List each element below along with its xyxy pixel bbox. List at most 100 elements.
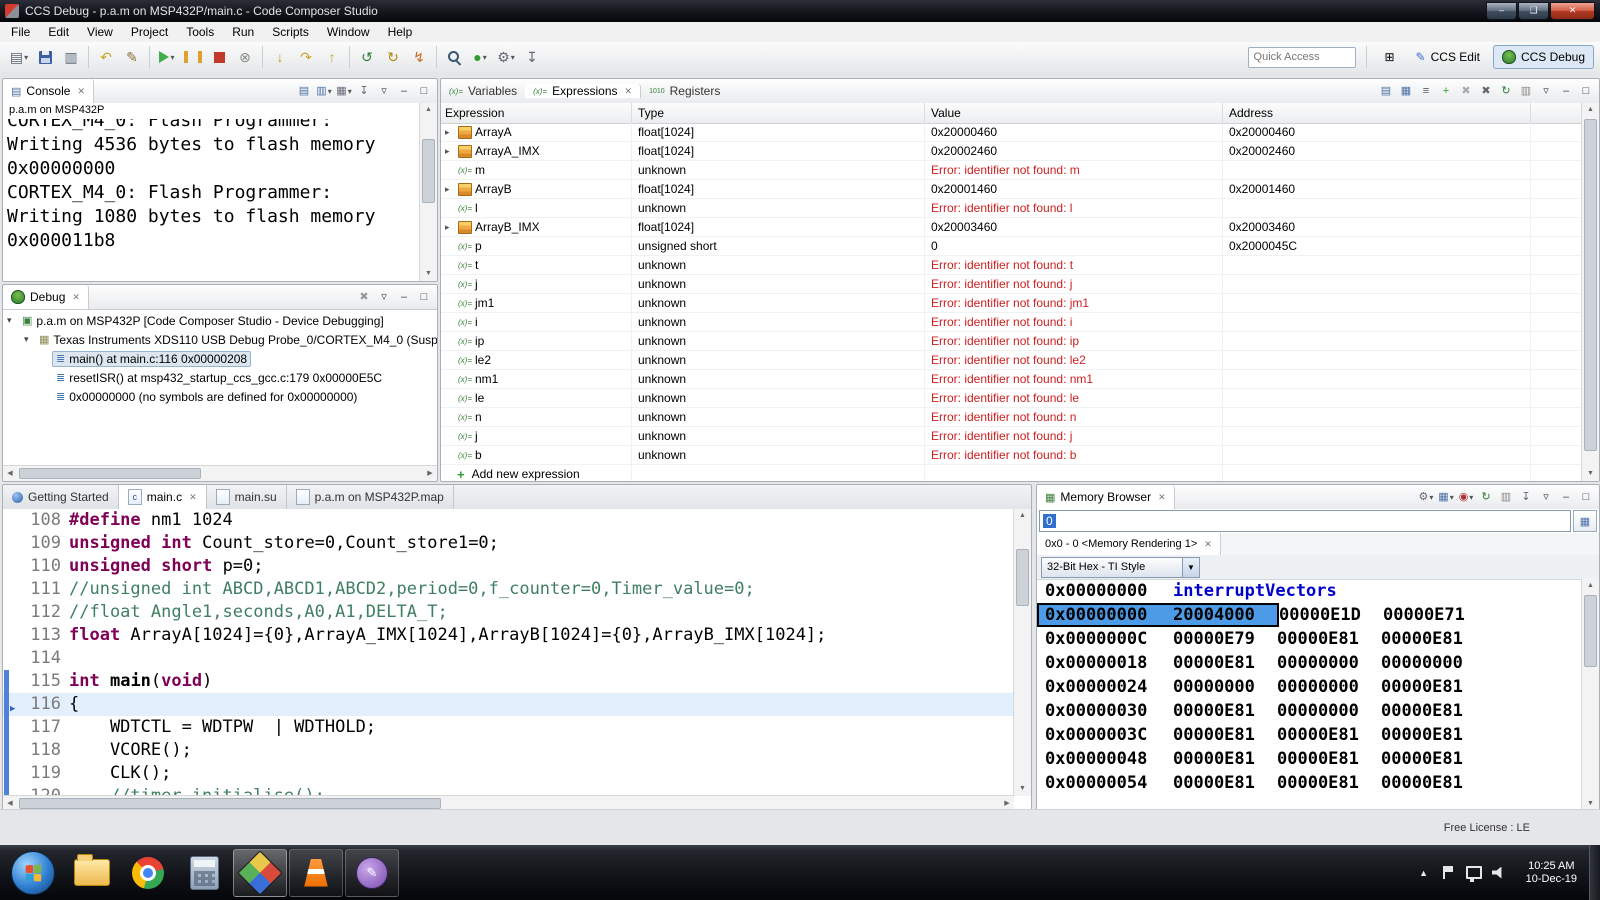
chevron-down-icon[interactable]: ▼ [1182,558,1199,577]
add-expression-icon[interactable]: + [1437,82,1455,100]
collapse-all-icon[interactable]: ≡ [1417,82,1435,100]
flash-icon[interactable]: ↯ [406,45,432,69]
column-header-type[interactable]: Type [632,103,925,123]
view-menu-icon[interactable]: ▿ [1537,488,1555,506]
minimize-icon[interactable]: – [1557,82,1575,100]
memory-target-icon[interactable]: ◉▾ [1457,488,1475,506]
memory-value[interactable]: 00000E81 [1173,773,1277,793]
debug-tree-row[interactable]: ▾▣p.a.m on MSP432P [Code Composer Studio… [3,311,437,330]
terminate-icon[interactable] [206,45,232,69]
pin-icon[interactable]: ↧ [1517,488,1535,506]
memory-value[interactable]: 00000000 [1381,653,1485,673]
menu-project[interactable]: Project [122,22,177,42]
remove-terminated-icon[interactable]: ✖ [355,288,373,306]
memory-monitor-icon[interactable]: ▦▾ [1437,488,1455,506]
menu-tools[interactable]: Tools [177,22,223,42]
memory-address[interactable]: 0x00000024 [1037,677,1173,697]
code-line[interactable]: 109unsigned int Count_store=0,Count_stor… [3,532,1014,555]
code-line[interactable]: 111//unsigned int ABCD,ABCD1,ABCD2,perio… [3,578,1014,601]
copy-console-icon[interactable]: ▤ [295,82,313,100]
memory-value[interactable]: 20004000 [1173,605,1277,625]
open-console-icon[interactable]: ▥▾ [315,82,333,100]
file-explorer-icon[interactable] [65,849,119,897]
scroll-thumb[interactable] [1584,119,1597,451]
memory-value[interactable]: 00000E81 [1381,677,1485,697]
scroll-thumb[interactable] [19,468,201,479]
expression-row[interactable]: (x)=punsigned short00x2000045C [441,237,1582,256]
expression-row[interactable]: (x)=iunknownError: identifier not found:… [441,313,1582,332]
column-header-value[interactable]: Value [925,103,1223,123]
close-rendering-tab-icon[interactable]: ✕ [1204,539,1212,550]
volume-icon[interactable] [1491,865,1507,881]
code-line[interactable]: ▶116{ [3,693,1014,716]
network-icon[interactable] [1466,865,1482,881]
memory-address[interactable]: 0x0000000C [1037,629,1173,649]
memory-value[interactable]: 00000E81 [1381,749,1485,769]
memory-value[interactable]: 00000000 [1277,701,1381,721]
step-over-icon[interactable]: ↷ [293,45,319,69]
scroll-thumb[interactable] [1584,595,1597,667]
pin-console-icon[interactable]: ↧ [355,82,373,100]
menu-edit[interactable]: Edit [39,22,78,42]
editor-tab-getting-started[interactable]: Getting Started [3,485,119,509]
memory-value[interactable]: 00000E81 [1173,701,1277,721]
memory-value[interactable]: 00000E81 [1173,749,1277,769]
run-menu-icon[interactable]: ●▾ [467,45,493,69]
add-new-expression-row[interactable]: +Add new expression [441,465,1582,481]
tab-debug[interactable]: Debug ✕ [3,285,89,309]
close-console-tab-icon[interactable]: ✕ [77,86,85,97]
memory-go-button[interactable]: ▦ [1573,510,1597,532]
editor-scrollbar[interactable]: ▲ ▼ [1013,509,1031,796]
close-tab-icon[interactable]: ✕ [189,492,197,503]
show-logical-structure-icon[interactable]: ▦ [1397,82,1415,100]
memory-value[interactable]: 00000000 [1277,677,1381,697]
code-line[interactable]: 110unsigned short p=0; [3,555,1014,578]
menu-window[interactable]: Window [318,22,379,42]
debug-tree-row[interactable]: ≣0x00000000 (no symbols are defined for … [3,387,437,406]
menu-file[interactable]: File [2,22,39,42]
memory-value[interactable]: 00000E81 [1381,629,1485,649]
expression-row[interactable]: (x)=tunknownError: identifier not found:… [441,256,1582,275]
scroll-right-icon[interactable]: ▶ [423,466,437,481]
memory-address[interactable]: 0x00000054 [1037,773,1173,793]
menu-scripts[interactable]: Scripts [263,22,318,42]
scroll-thumb[interactable] [1016,549,1029,606]
editor-tab-p-a-m-on-msp432p-map[interactable]: p.a.m on MSP432P.map [287,485,454,509]
expression-row[interactable]: (x)=le2unknownError: identifier not foun… [441,351,1582,370]
menu-view[interactable]: View [78,22,122,42]
refresh-icon[interactable]: ↻ [380,45,406,69]
code-line[interactable]: 113float ArrayA[1024]={0},ArrayA_IMX[102… [3,624,1014,647]
memory-value[interactable]: 00000E81 [1173,725,1277,745]
export-icon[interactable]: ▥ [1517,82,1535,100]
column-header-expression[interactable]: Expression [441,103,632,123]
undo-icon[interactable]: ↶ [93,45,119,69]
taskbar-clock[interactable]: 10:25 AM10-Dec-19 [1516,860,1587,886]
graphics-app-icon[interactable]: ✎ [345,849,399,897]
expression-row[interactable]: (x)=jm1unknownError: identifier not foun… [441,294,1582,313]
memory-value[interactable]: 00000E81 [1277,629,1381,649]
tab-console[interactable]: ▤ Console ✕ [3,79,94,103]
memory-address[interactable]: 0x00000030 [1037,701,1173,721]
memory-format-select[interactable]: 32-Bit Hex - TI Style ▼ [1041,557,1200,578]
expression-row[interactable]: (x)=leunknownError: identifier not found… [441,389,1582,408]
maximize-icon[interactable]: □ [415,82,433,100]
display-console-icon[interactable]: ▦▾ [335,82,353,100]
minimize-icon[interactable]: – [395,288,413,306]
memory-value[interactable]: 00000E1D [1279,605,1383,625]
perspective-ccs-debug[interactable]: CCS Debug [1493,45,1594,69]
scroll-up-icon[interactable]: ▲ [1014,509,1031,523]
show-desktop-button[interactable] [1589,845,1600,900]
edit-source-icon[interactable]: ✎ [119,45,145,69]
memory-scrollbar[interactable]: ▲ ▼ [1581,579,1599,811]
perspective-ccs-edit[interactable]: ✎CCS Edit [1407,45,1489,69]
refresh-icon[interactable]: ↻ [1477,488,1495,506]
view-menu-icon[interactable]: ▿ [375,288,393,306]
memory-value[interactable]: 00000E81 [1381,773,1485,793]
expression-row[interactable]: (x)=bunknownError: identifier not found:… [441,446,1582,465]
new-file-icon[interactable]: ▤▾ [6,45,32,69]
quick-access-input[interactable] [1248,47,1356,68]
memory-settings-icon[interactable]: ⚙▾ [1417,488,1435,506]
tree-expand-icon[interactable]: ▾ [24,334,35,345]
expression-row[interactable]: ▸ArrayAfloat[1024]0x200004600x20000460 [441,123,1582,142]
memory-value[interactable]: 00000E71 [1383,605,1487,625]
